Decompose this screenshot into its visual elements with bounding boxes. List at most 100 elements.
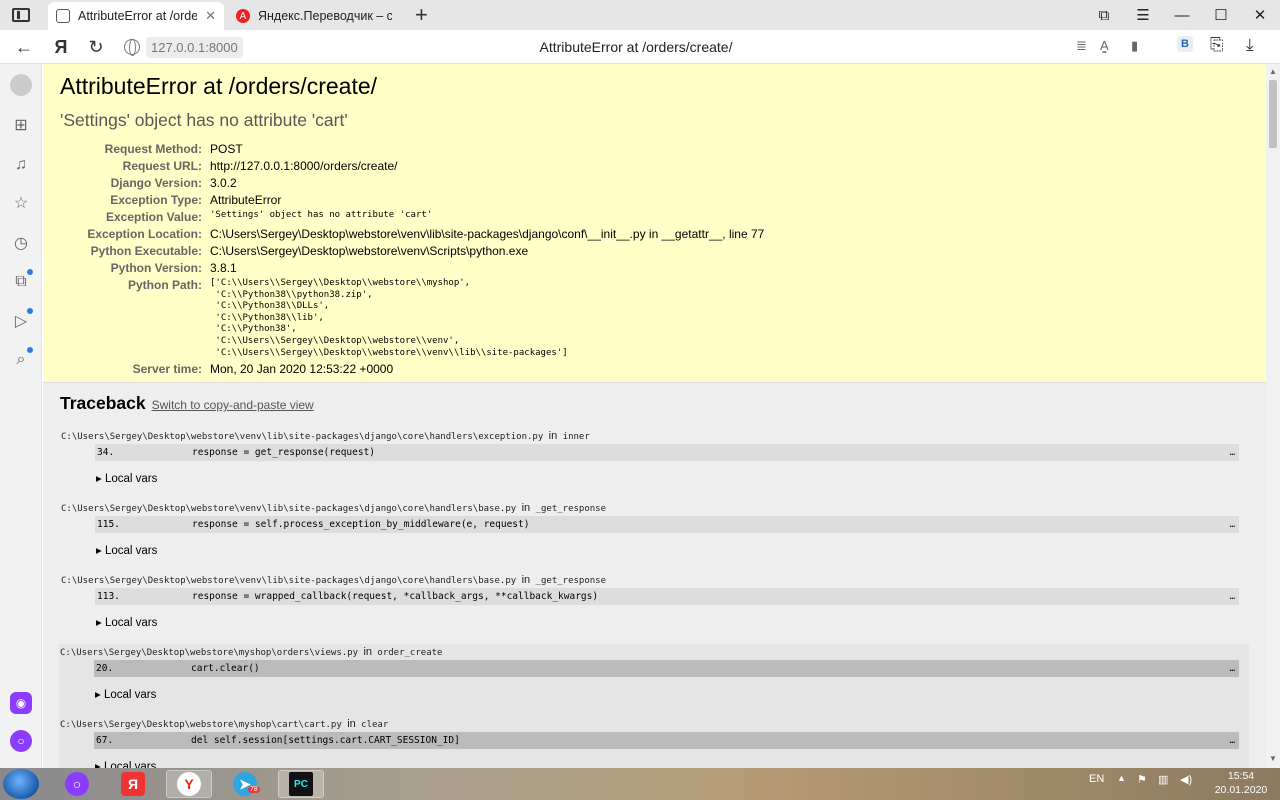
profile-avatar-icon[interactable] xyxy=(10,74,32,96)
expand-context-icon[interactable]: … xyxy=(1230,448,1235,458)
video-play-icon[interactable]: ▷ xyxy=(10,308,33,332)
switch-view-link[interactable]: Switch to copy-and-paste view xyxy=(152,398,314,412)
download-icon[interactable]: ⤓ xyxy=(1246,35,1254,55)
context-line[interactable]: 113. response = wrapped_callback(request,… xyxy=(95,588,1239,605)
meta-label: Django Version: xyxy=(110,176,202,190)
scroll-down-icon[interactable]: ▼ xyxy=(1269,754,1277,763)
language-indicator[interactable]: EN xyxy=(1089,773,1104,785)
expand-context-icon[interactable]: … xyxy=(1230,520,1235,530)
local-vars-toggle[interactable]: ▸ Local vars xyxy=(95,677,1249,716)
taskbar-alice-app[interactable]: ○ xyxy=(54,770,100,798)
collections-icon[interactable]: ⧉ xyxy=(10,269,33,293)
volume-icon[interactable]: ◀) xyxy=(1180,773,1192,786)
url-field[interactable]: 127.0.0.1:8000 xyxy=(124,36,243,58)
expand-context-icon[interactable]: … xyxy=(1230,592,1235,602)
code-text: cart.clear() xyxy=(191,663,260,674)
address-bar: ← Я ↻ 127.0.0.1:8000 AttributeError at /… xyxy=(0,30,1280,64)
system-clock[interactable]: 15:54 20.01.2020 xyxy=(1206,769,1276,797)
apps-grid-icon[interactable]: ⊞ xyxy=(10,114,32,136)
scroll-thumb[interactable] xyxy=(1269,80,1277,148)
close-icon[interactable]: ✕ xyxy=(205,8,216,24)
bookmark-icon[interactable]: ▮ xyxy=(1131,38,1138,54)
local-vars-toggle[interactable]: ▸ Local vars xyxy=(96,605,1249,644)
frame-in: in xyxy=(521,502,531,514)
traceback-frame: C:\Users\Sergey\Desktop\webstore\venv\li… xyxy=(60,572,1249,644)
local-vars-toggle[interactable]: ▸ Local vars xyxy=(96,533,1249,572)
context-line[interactable]: 34. response = get_response(request)… xyxy=(95,444,1239,461)
meta-row: Python Executable: C:\Users\Sergey\Deskto… xyxy=(60,243,764,260)
globe-icon xyxy=(124,39,140,56)
frame-function: clear xyxy=(361,720,389,730)
traceback-frame: C:\Users\Sergey\Desktop\webstore\myshop\… xyxy=(59,644,1249,716)
translate-icon[interactable]: A̳ xyxy=(1100,38,1109,53)
yandex-logo-icon[interactable]: Я xyxy=(48,34,74,60)
frame-in: in xyxy=(548,430,558,442)
tab-bar: AttributeError at /orders/ ✕ A Яндекс.Пе… xyxy=(0,0,1280,30)
line-number: 20. xyxy=(96,663,114,674)
network-icon[interactable]: ▥ xyxy=(1158,773,1168,786)
taskbar-yandex-browser[interactable]: Y xyxy=(166,770,212,798)
meta-row: Request Method: POST xyxy=(60,141,764,158)
reload-icon[interactable]: ↻ xyxy=(83,34,109,60)
meta-value: 3.8.1 xyxy=(210,261,237,275)
yandex-music-icon[interactable]: ◉ xyxy=(10,692,32,714)
frame-file: C:\Users\Sergey\Desktop\webstore\venv\li… xyxy=(61,576,517,586)
tab-django-error[interactable]: AttributeError at /orders/ ✕ xyxy=(48,2,224,30)
sidebar-toggle-icon[interactable] xyxy=(12,8,30,22)
alice-assistant-icon[interactable]: ○ xyxy=(10,730,32,752)
new-tab-button[interactable]: + xyxy=(415,2,428,28)
messages-icon[interactable]: ⎘ xyxy=(1210,35,1224,55)
maximize-button[interactable]: ☐ xyxy=(1210,5,1232,25)
tray-expand-icon[interactable]: ▲ xyxy=(1117,773,1126,783)
frame-file: C:\Users\Sergey\Desktop\webstore\myshop\… xyxy=(60,720,342,730)
scroll-up-icon[interactable]: ▲ xyxy=(1269,67,1277,76)
context-line[interactable]: 20. cart.clear() … xyxy=(94,660,1239,677)
traceback-heading: Traceback xyxy=(60,393,146,413)
menu-icon[interactable]: ☰ xyxy=(1132,5,1154,25)
frame-in: in xyxy=(347,718,356,730)
action-center-icon[interactable]: ⚑ xyxy=(1137,773,1147,786)
expand-context-icon[interactable]: … xyxy=(1230,736,1235,746)
context-line[interactable]: 67. del self.session[settings.cart.CART_S… xyxy=(94,732,1239,749)
url-host[interactable]: 127.0.0.1:8000 xyxy=(146,36,243,58)
meta-row: Exception Value: 'Settings' object has no… xyxy=(60,209,764,226)
meta-label: Exception Location: xyxy=(87,227,202,241)
address-page-title[interactable]: AttributeError at /orders/create/ xyxy=(380,39,892,55)
vk-icon[interactable]: B xyxy=(1177,36,1193,52)
meta-value: http://127.0.0.1:8000/orders/create/ xyxy=(210,159,398,173)
notifications-bell-icon[interactable]: ♫ xyxy=(10,154,32,176)
tab-yandex-translate[interactable]: A Яндекс.Переводчик – слов xyxy=(228,2,400,30)
meta-value: C:\Users\Sergey\Desktop\webstore\venv\li… xyxy=(210,227,765,241)
request-meta-table: Request Method: POST Request URL: http://1… xyxy=(60,141,764,378)
meta-value: C:\Users\Sergey\Desktop\webstore\venv\Sc… xyxy=(210,244,529,258)
close-window-button[interactable]: ✕ xyxy=(1249,5,1271,25)
line-number: 113. xyxy=(97,591,120,602)
python-path-value: ['C:\\Users\\Sergey\\Desktop\\webstore\\… xyxy=(210,278,568,358)
windows-start-button[interactable] xyxy=(3,769,39,799)
meta-label: Python Path: xyxy=(128,278,202,292)
history-clock-icon[interactable]: ◷ xyxy=(10,232,32,254)
meta-row: Exception Location: C:\Users\Sergey\Deskt… xyxy=(60,226,764,243)
vertical-scrollbar[interactable]: ▲ ▼ xyxy=(1266,64,1280,768)
minimize-button[interactable]: — xyxy=(1171,5,1193,25)
taskbar-telegram[interactable]: ➤ 78 xyxy=(222,770,268,798)
local-vars-toggle[interactable]: ▸ Local vars xyxy=(96,461,1249,500)
traceback-header: Traceback Switch to copy-and-paste view xyxy=(60,393,1249,414)
clock-date: 20.01.2020 xyxy=(1214,784,1268,796)
expand-context-icon[interactable]: … xyxy=(1230,664,1235,674)
page-content: AttributeError at /orders/create/ 'Setti… xyxy=(43,64,1266,768)
yandex-browser-icon: Y xyxy=(177,772,201,796)
meta-label: Python Version: xyxy=(110,261,202,275)
taskbar-pycharm[interactable]: PC xyxy=(278,770,324,798)
favorites-star-icon[interactable]: ☆ xyxy=(10,192,32,214)
frame-in: in xyxy=(521,574,531,586)
meta-row: Python Version: 3.8.1 xyxy=(60,260,764,277)
back-icon[interactable]: ← xyxy=(11,34,37,60)
search-lens-icon[interactable]: ⌕ xyxy=(10,347,33,371)
bookmarks-panel-icon[interactable]: ⧉ xyxy=(1093,5,1115,25)
reader-mode-icon[interactable]: ≣ xyxy=(1076,38,1087,54)
taskbar-yandex-app[interactable]: Я xyxy=(110,770,156,798)
context-line[interactable]: 115. response = self.process_exception_by… xyxy=(95,516,1239,533)
local-vars-toggle[interactable]: ▸ Local vars xyxy=(95,749,1249,768)
code-text: del self.session[settings.cart.CART_SESS… xyxy=(191,735,460,746)
